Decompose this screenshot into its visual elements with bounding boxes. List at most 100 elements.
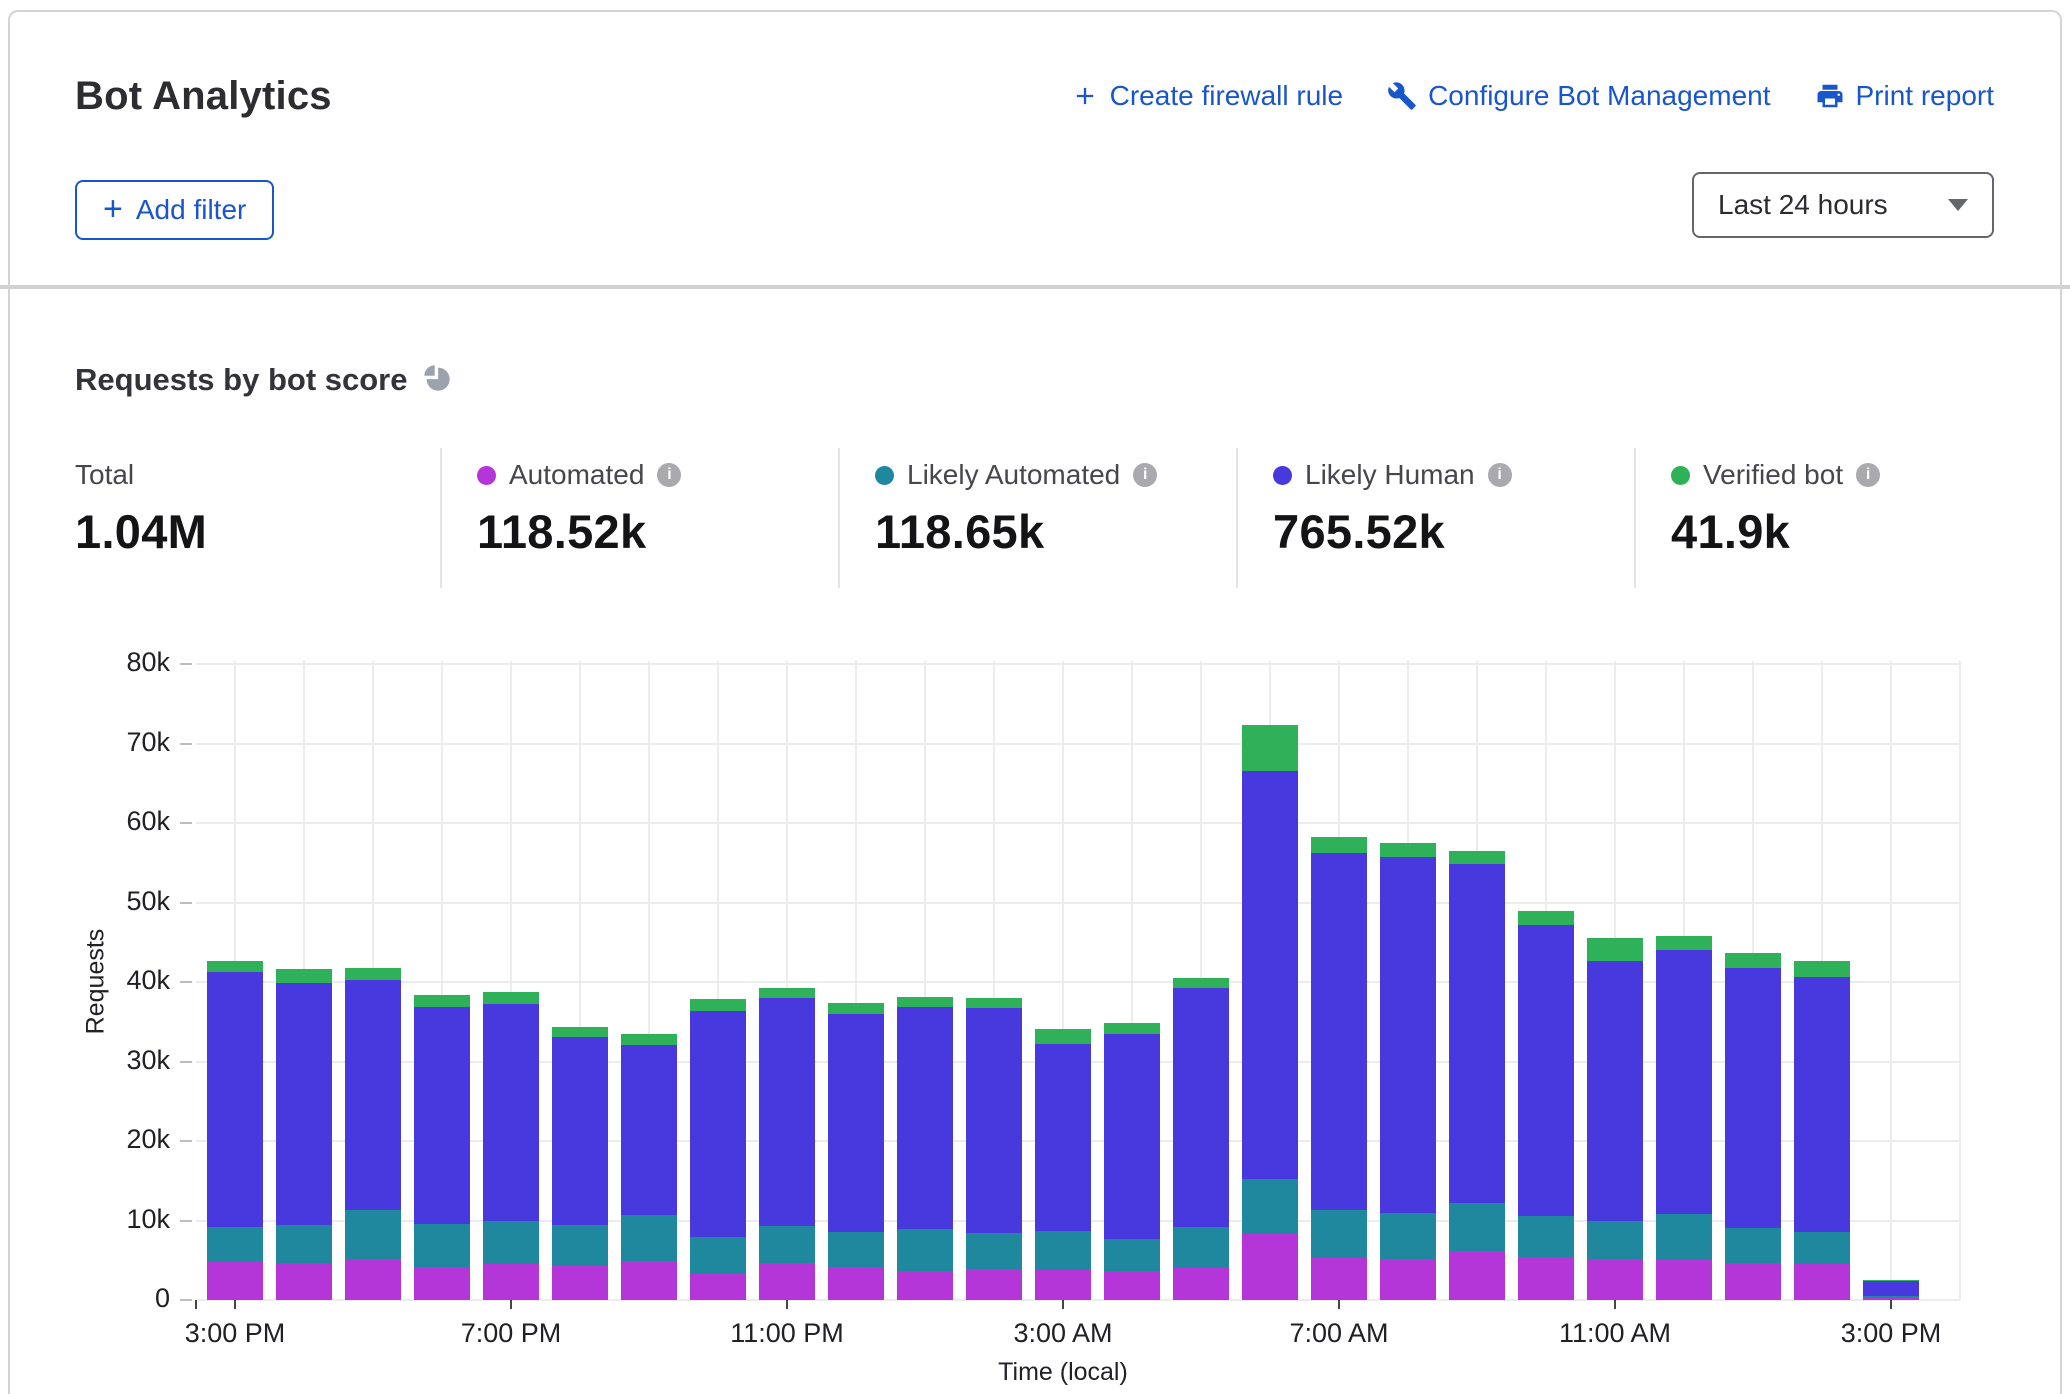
bar-segment-verified-bot[interactable]: [1242, 725, 1298, 770]
bar-segment-verified-bot[interactable]: [1587, 938, 1643, 961]
bar-segment-verified-bot[interactable]: [897, 997, 953, 1007]
bar-segment-likely-human[interactable]: [1242, 771, 1298, 1180]
bar-segment-automated[interactable]: [759, 1263, 815, 1300]
bar-segment-likely-automated[interactable]: [1725, 1228, 1781, 1263]
bar-segment-verified-bot[interactable]: [1380, 843, 1436, 857]
bar-segment-automated[interactable]: [1035, 1270, 1091, 1300]
bar-segment-verified-bot[interactable]: [621, 1034, 677, 1045]
bar-segment-automated[interactable]: [1725, 1263, 1781, 1300]
gridline-horizontal: [196, 663, 1960, 665]
bar-segment-verified-bot[interactable]: [1863, 1280, 1919, 1281]
bar-segment-likely-human[interactable]: [1035, 1044, 1091, 1231]
bar-segment-likely-human[interactable]: [1656, 950, 1712, 1214]
bar-segment-likely-automated[interactable]: [1104, 1239, 1160, 1271]
bar-segment-automated[interactable]: [483, 1264, 539, 1300]
bar-segment-verified-bot[interactable]: [1311, 837, 1367, 853]
bar-segment-likely-automated[interactable]: [1242, 1179, 1298, 1234]
bar-segment-likely-human[interactable]: [1173, 988, 1229, 1227]
bar-segment-likely-human[interactable]: [1794, 977, 1850, 1231]
bar-segment-likely-human[interactable]: [1449, 864, 1505, 1203]
bar-segment-verified-bot[interactable]: [207, 961, 263, 971]
bar-segment-likely-human[interactable]: [207, 972, 263, 1227]
bar-segment-likely-human[interactable]: [276, 983, 332, 1225]
bar-segment-likely-human[interactable]: [1587, 961, 1643, 1221]
bar-segment-likely-human[interactable]: [1104, 1034, 1160, 1238]
bar-segment-verified-bot[interactable]: [1449, 851, 1505, 865]
bar-segment-likely-human[interactable]: [1380, 857, 1436, 1213]
bar-segment-automated[interactable]: [1449, 1251, 1505, 1300]
bar-segment-likely-automated[interactable]: [828, 1232, 884, 1267]
bar-segment-automated[interactable]: [1242, 1234, 1298, 1300]
bar-segment-likely-automated[interactable]: [1518, 1216, 1574, 1257]
bar-segment-likely-human[interactable]: [1863, 1281, 1919, 1296]
bar-segment-likely-automated[interactable]: [690, 1237, 746, 1274]
bar-segment-likely-automated[interactable]: [276, 1225, 332, 1262]
bar-segment-verified-bot[interactable]: [552, 1027, 608, 1037]
bar-segment-likely-automated[interactable]: [897, 1229, 953, 1270]
bar-segment-automated[interactable]: [1173, 1268, 1229, 1300]
bar-segment-likely-human[interactable]: [966, 1008, 1022, 1233]
bar-segment-likely-human[interactable]: [621, 1045, 677, 1215]
bar-segment-verified-bot[interactable]: [966, 998, 1022, 1008]
bar-segment-likely-human[interactable]: [897, 1007, 953, 1230]
bar-segment-likely-automated[interactable]: [1863, 1296, 1919, 1298]
bar-segment-likely-human[interactable]: [345, 980, 401, 1210]
bar-segment-likely-human[interactable]: [1311, 853, 1367, 1210]
bar-segment-automated[interactable]: [276, 1263, 332, 1300]
bar-segment-verified-bot[interactable]: [759, 988, 815, 998]
bar-segment-likely-automated[interactable]: [759, 1226, 815, 1263]
bar-segment-automated[interactable]: [345, 1259, 401, 1300]
bar-segment-automated[interactable]: [897, 1271, 953, 1300]
bar-segment-automated[interactable]: [690, 1274, 746, 1300]
bar-segment-likely-automated[interactable]: [1311, 1210, 1367, 1258]
bar-segment-verified-bot[interactable]: [276, 969, 332, 983]
bar-segment-likely-automated[interactable]: [1587, 1221, 1643, 1258]
bar-segment-automated[interactable]: [1656, 1260, 1712, 1300]
bar-segment-automated[interactable]: [1311, 1258, 1367, 1300]
bar-segment-likely-human[interactable]: [690, 1011, 746, 1238]
bar-segment-verified-bot[interactable]: [1794, 961, 1850, 977]
bar-segment-verified-bot[interactable]: [690, 999, 746, 1010]
bar-segment-likely-human[interactable]: [483, 1004, 539, 1221]
bar-segment-automated[interactable]: [621, 1261, 677, 1300]
bar-segment-verified-bot[interactable]: [1518, 911, 1574, 925]
bar-segment-automated[interactable]: [966, 1269, 1022, 1300]
bar-segment-likely-automated[interactable]: [414, 1224, 470, 1268]
bar-segment-automated[interactable]: [207, 1262, 263, 1300]
bar-segment-likely-automated[interactable]: [552, 1225, 608, 1266]
bar-segment-likely-automated[interactable]: [1173, 1227, 1229, 1268]
bar-segment-likely-human[interactable]: [828, 1014, 884, 1233]
bar-segment-automated[interactable]: [552, 1266, 608, 1300]
bar-segment-likely-automated[interactable]: [1449, 1203, 1505, 1251]
bar-segment-automated[interactable]: [1587, 1259, 1643, 1300]
bar-segment-likely-human[interactable]: [1518, 925, 1574, 1216]
bar-segment-verified-bot[interactable]: [1104, 1023, 1160, 1035]
bar-segment-automated[interactable]: [1104, 1271, 1160, 1300]
bar-segment-likely-automated[interactable]: [483, 1221, 539, 1264]
bar-segment-verified-bot[interactable]: [1656, 936, 1712, 950]
bar-segment-likely-human[interactable]: [414, 1007, 470, 1224]
bar-segment-automated[interactable]: [1380, 1259, 1436, 1300]
bar-segment-automated[interactable]: [1794, 1264, 1850, 1300]
bar-segment-automated[interactable]: [828, 1267, 884, 1300]
bar-segment-automated[interactable]: [414, 1267, 470, 1300]
bar-segment-likely-automated[interactable]: [1035, 1231, 1091, 1270]
bar-segment-likely-automated[interactable]: [207, 1227, 263, 1262]
bar-segment-likely-human[interactable]: [1725, 968, 1781, 1229]
bar-segment-verified-bot[interactable]: [828, 1003, 884, 1013]
bar-segment-verified-bot[interactable]: [414, 995, 470, 1007]
bar-segment-verified-bot[interactable]: [1725, 953, 1781, 968]
bar-segment-verified-bot[interactable]: [1173, 978, 1229, 988]
bar-segment-likely-automated[interactable]: [345, 1210, 401, 1258]
bar-segment-likely-human[interactable]: [759, 998, 815, 1226]
bar-segment-likely-automated[interactable]: [621, 1215, 677, 1261]
bar-segment-likely-automated[interactable]: [1380, 1213, 1436, 1259]
bar-segment-verified-bot[interactable]: [1035, 1029, 1091, 1044]
bar-segment-likely-human[interactable]: [552, 1037, 608, 1225]
bar-segment-automated[interactable]: [1518, 1257, 1574, 1300]
bar-segment-verified-bot[interactable]: [345, 968, 401, 981]
bar-segment-likely-automated[interactable]: [1794, 1232, 1850, 1265]
bar-segment-likely-automated[interactable]: [966, 1233, 1022, 1269]
bar-segment-verified-bot[interactable]: [483, 992, 539, 1005]
bar-segment-likely-automated[interactable]: [1656, 1214, 1712, 1260]
